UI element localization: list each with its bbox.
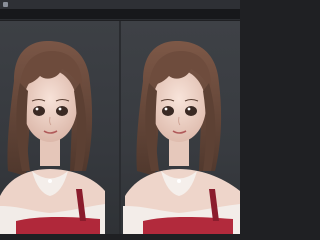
app-window xyxy=(0,0,240,240)
title-bar xyxy=(0,0,240,9)
right-image-pane[interactable] xyxy=(121,21,240,234)
portrait-enhanced-image xyxy=(123,41,240,234)
image-compare-viewer[interactable] xyxy=(0,21,240,234)
status-bar xyxy=(0,234,240,240)
portrait-original-image xyxy=(0,41,105,234)
toolbar xyxy=(0,9,240,20)
app-icon xyxy=(3,2,8,7)
left-image-pane[interactable] xyxy=(0,21,119,234)
